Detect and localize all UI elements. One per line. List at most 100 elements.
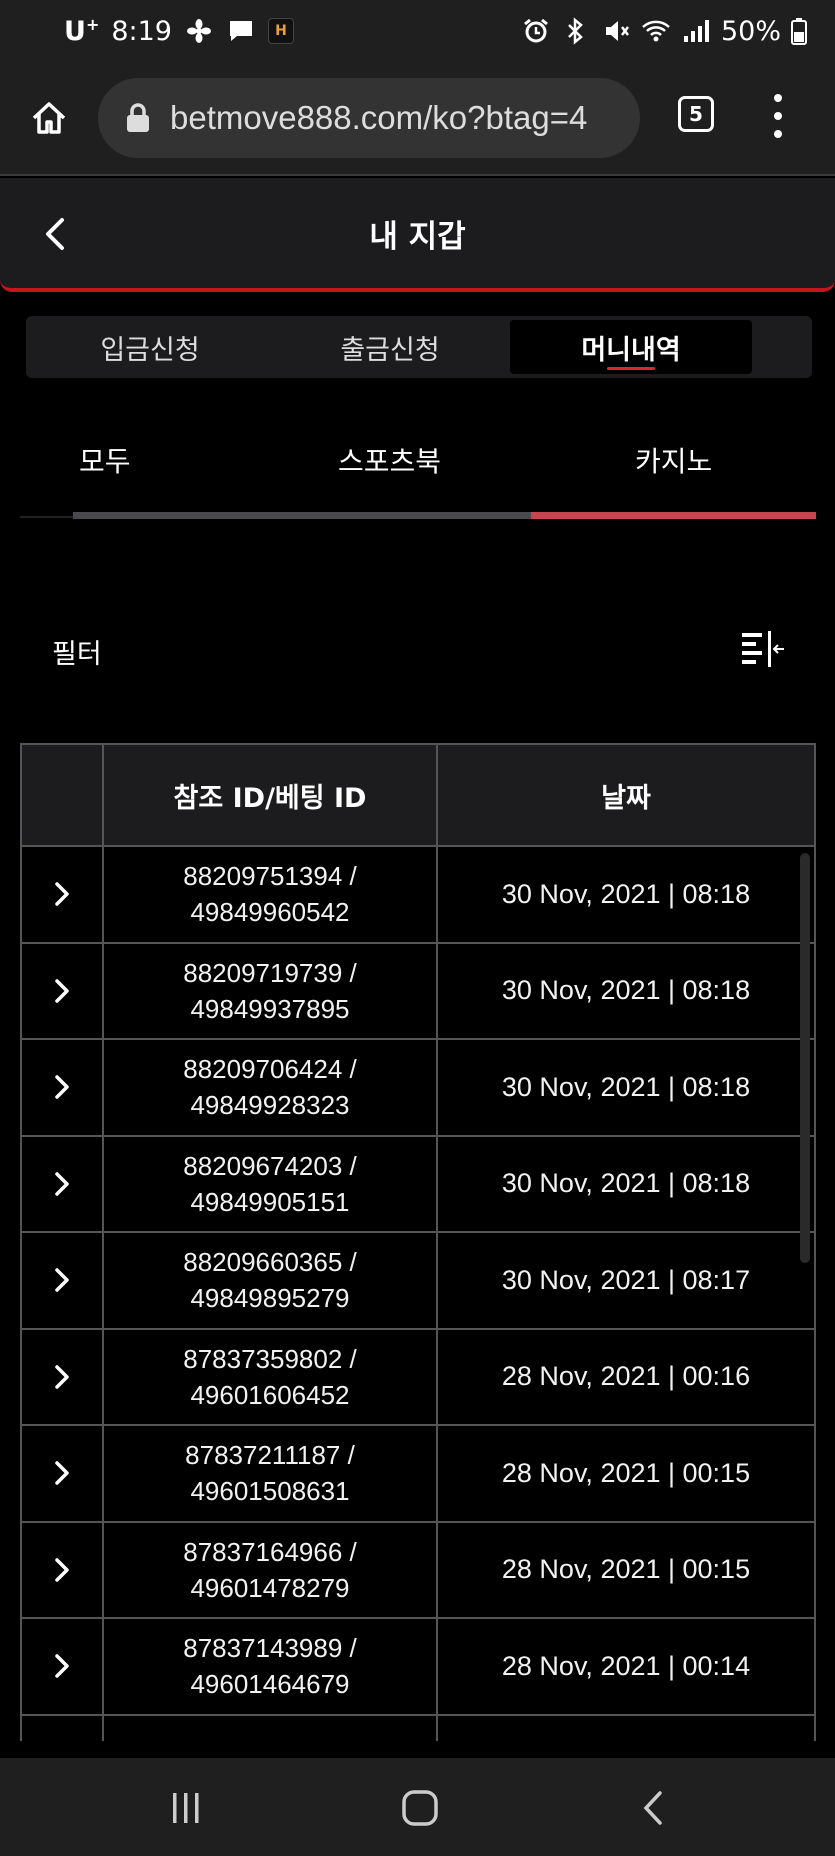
tab-withdraw[interactable]: 출금신청 xyxy=(270,320,510,374)
expand-cell[interactable] xyxy=(22,1136,104,1231)
wifi-icon xyxy=(641,16,671,46)
expand-cell[interactable] xyxy=(22,1329,104,1424)
bet-id: 49601606452 xyxy=(190,1379,350,1410)
battery-icon xyxy=(791,17,807,45)
id-text: 87837164966 / 49601478279 xyxy=(183,1534,357,1606)
table-scrollbar[interactable] xyxy=(800,853,810,1263)
ref-id: 87837211187 / xyxy=(185,1440,355,1471)
status-bar: U+ 8:19 H 50% xyxy=(0,0,835,62)
expand-cell[interactable] xyxy=(22,1040,104,1135)
date-cell: 30 Nov, 2021 | 08:17 xyxy=(438,1233,814,1328)
date-cell xyxy=(438,1716,814,1742)
table-row[interactable]: 87751839300 / xyxy=(22,1715,814,1742)
expand-cell[interactable] xyxy=(22,1619,104,1714)
table-row[interactable]: 88209751394 / 49849960542 30 Nov, 2021 | 0… xyxy=(22,847,814,944)
date-text: 28 Nov, 2021 | 00:14 xyxy=(501,1650,751,1681)
date-cell: 28 Nov, 2021 | 00:14 xyxy=(438,1619,814,1714)
id-cell: 87837143989 / 49601464679 xyxy=(104,1619,438,1714)
expand-cell[interactable] xyxy=(22,1233,104,1328)
date-cell: 30 Nov, 2021 | 08:18 xyxy=(438,847,814,942)
id-text: 88209751394 / 49849960542 xyxy=(183,858,357,930)
date-cell: 28 Nov, 2021 | 00:15 xyxy=(438,1523,814,1618)
ref-id: 88209751394 / xyxy=(183,861,357,892)
back-chevron-icon[interactable] xyxy=(40,214,72,254)
date-text: 28 Nov, 2021 | 00:15 xyxy=(501,1554,751,1585)
chevron-right-icon[interactable] xyxy=(52,1363,72,1391)
id-cell: 88209706424 / 49849928323 xyxy=(104,1040,438,1135)
back-nav-button[interactable] xyxy=(636,1786,670,1830)
ref-id: 87837164966 / xyxy=(183,1536,357,1567)
table-row[interactable]: 87837143989 / 49601464679 28 Nov, 2021 | 0… xyxy=(22,1619,814,1716)
date-cell: 30 Nov, 2021 | 08:18 xyxy=(438,944,814,1039)
chevron-right-icon[interactable] xyxy=(52,1073,72,1101)
chevron-right-icon[interactable] xyxy=(52,880,72,908)
chevron-right-icon[interactable] xyxy=(52,977,72,1005)
ref-id: 87837143989 / xyxy=(183,1633,357,1664)
home-nav-button[interactable] xyxy=(398,1786,442,1830)
dot-icon xyxy=(774,112,782,120)
back-nav-icon xyxy=(643,1791,662,1825)
bet-id: 49601464679 xyxy=(190,1669,350,1700)
fan-icon xyxy=(184,16,214,46)
expand-cell[interactable] xyxy=(22,847,104,942)
battery-percent: 50% xyxy=(720,15,781,47)
table-row[interactable]: 88209660365 / 49849895279 30 Nov, 2021 | 0… xyxy=(22,1233,814,1330)
bet-id: 49601508631 xyxy=(190,1476,350,1507)
subtab-all[interactable]: 모두 xyxy=(79,430,131,490)
subtab-casino[interactable]: 카지노 xyxy=(635,430,712,490)
date-text: 30 Nov, 2021 | 08:17 xyxy=(501,1264,751,1295)
id-cell: 88209751394 / 49849960542 xyxy=(104,847,438,942)
date-cell: 30 Nov, 2021 | 08:18 xyxy=(438,1040,814,1135)
ref-id: 87837359802 / xyxy=(183,1343,357,1374)
home-icon xyxy=(32,102,66,134)
page-title: 내 지갑 xyxy=(369,218,466,255)
subtab-sportsbook[interactable]: 스포츠북 xyxy=(338,430,441,490)
date-text: 30 Nov, 2021 | 08:18 xyxy=(501,1168,751,1199)
chevron-right-icon[interactable] xyxy=(52,1459,72,1487)
table-row[interactable]: 87837359802 / 49601606452 28 Nov, 2021 | 0… xyxy=(22,1329,814,1426)
filter-collapse-icon[interactable] xyxy=(740,630,786,670)
filter-label[interactable]: 필터 xyxy=(52,632,102,671)
header-date: 날짜 xyxy=(601,782,651,814)
table-row[interactable]: 87837211187 / 49601508631 28 Nov, 2021 | 0… xyxy=(22,1426,814,1523)
chevron-right-icon[interactable] xyxy=(52,1170,72,1198)
id-text: 88209660365 / 49849895279 xyxy=(183,1244,357,1316)
tab-money-history[interactable]: 머니내역 xyxy=(510,320,752,374)
home-button[interactable] xyxy=(24,93,74,143)
recents-icon xyxy=(173,1793,199,1823)
id-cell: 88209660365 / 49849895279 xyxy=(104,1233,438,1328)
expand-cell[interactable] xyxy=(22,1522,104,1617)
recent-apps-button[interactable] xyxy=(166,1786,206,1830)
ref-id: 88209674203 / xyxy=(183,1150,357,1181)
address-bar[interactable]: betmove888.com/ko?btag=4 xyxy=(98,78,640,158)
tab-deposit[interactable]: 입금신청 xyxy=(30,320,270,374)
date-cell: 28 Nov, 2021 | 00:15 xyxy=(438,1426,814,1521)
table-row[interactable]: 88209674203 / 49849905151 30 Nov, 2021 | 0… xyxy=(22,1136,814,1233)
bet-id: 49849937895 xyxy=(190,993,350,1024)
message-icon xyxy=(226,16,256,46)
chevron-right-icon[interactable] xyxy=(52,1266,72,1294)
expand-cell[interactable] xyxy=(22,943,104,1038)
expand-cell[interactable] xyxy=(22,1426,104,1521)
id-text: 87837359802 / 49601606452 xyxy=(183,1341,357,1413)
browser-menu-button[interactable] xyxy=(770,94,786,138)
bet-id: 49601478279 xyxy=(190,1572,350,1603)
system-nav-bar xyxy=(0,1758,835,1856)
id-text: 88209706424 / 49849928323 xyxy=(183,1051,357,1123)
date-cell: 28 Nov, 2021 | 00:16 xyxy=(438,1330,814,1425)
table-row[interactable]: 88209706424 / 49849928323 30 Nov, 2021 | 0… xyxy=(22,1040,814,1137)
expand-cell[interactable] xyxy=(22,1715,104,1741)
id-text: 88209719739 / 49849937895 xyxy=(183,955,357,1027)
table-row[interactable]: 87837164966 / 49601478279 28 Nov, 2021 | 0… xyxy=(22,1522,814,1619)
home-nav-icon xyxy=(402,1790,438,1826)
tab-switcher-button[interactable]: 5 xyxy=(678,96,714,132)
lock-icon xyxy=(127,103,149,132)
status-time: 8:19 xyxy=(111,15,172,47)
chevron-right-icon[interactable] xyxy=(52,1556,72,1584)
id-cell: 87751839300 / xyxy=(104,1715,438,1741)
id-cell: 87837359802 / 49601606452 xyxy=(104,1329,438,1424)
chevron-right-icon[interactable] xyxy=(52,1652,72,1680)
date-text: 30 Nov, 2021 | 08:18 xyxy=(501,1071,751,1102)
subtab-active-indicator xyxy=(531,512,816,519)
table-row[interactable]: 88209719739 / 49849937895 30 Nov, 2021 | 0… xyxy=(22,943,814,1040)
